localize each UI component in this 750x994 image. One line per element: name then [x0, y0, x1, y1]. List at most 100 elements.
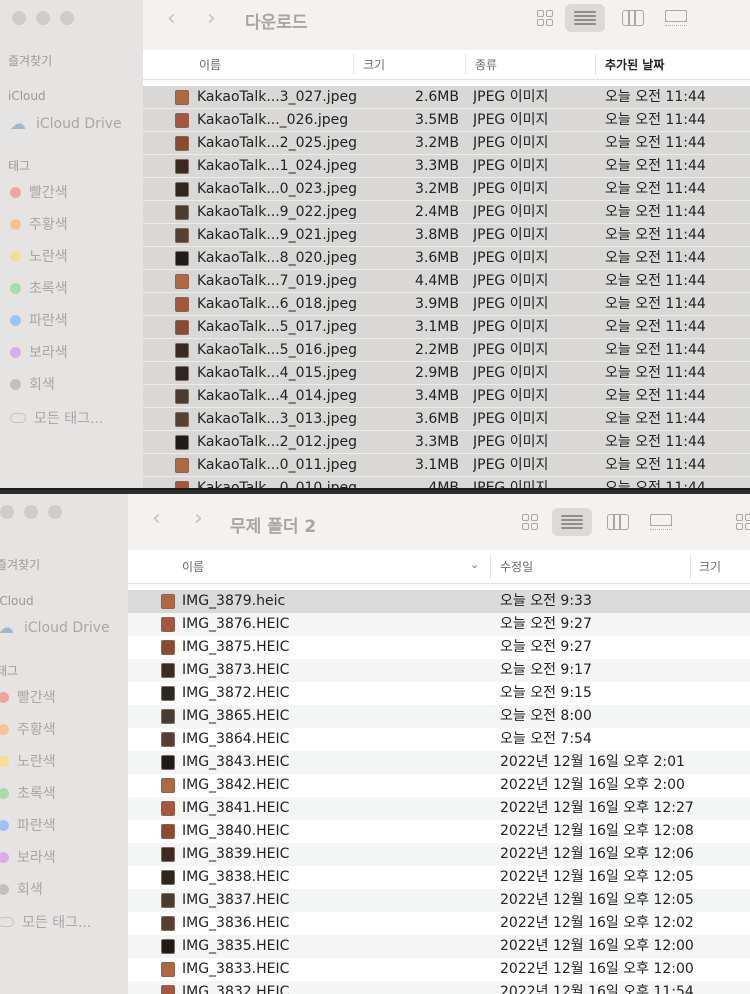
sidebar-item-all-tags[interactable]: 모든 태그... [10, 408, 103, 428]
sidebar-item-tag[interactable]: 파란색 [0, 815, 56, 835]
file-row[interactable]: IMG_3833.HEIC 2022년 12월 16일 오후 12:00 [128, 958, 750, 981]
column-kind[interactable]: 종류 [467, 50, 497, 79]
file-row[interactable]: IMG_3879.heic 오늘 오전 9:33 [128, 590, 750, 613]
image-thumbnail-icon [175, 389, 189, 404]
sidebar-item-tag[interactable]: 주황색 [0, 719, 56, 739]
file-row[interactable]: IMG_3873.HEIC 오늘 오전 9:17 [128, 659, 750, 682]
file-row[interactable]: KakaoTalk...9_021.jpeg 3.8MB JPEG 이미지 오늘 오전… [143, 224, 750, 247]
icon-view-button[interactable] [510, 508, 550, 536]
column-size[interactable]: 크기 [691, 550, 721, 583]
file-size: 3.1MB [415, 319, 459, 335]
file-row[interactable]: KakaoTalk...1_024.jpeg 3.3MB JPEG 이미지 오늘 오전… [143, 155, 750, 178]
file-name: KakaoTalk...2_025.jpeg [197, 135, 358, 151]
file-row[interactable]: IMG_3864.HEIC 오늘 오전 7:54 [128, 728, 750, 751]
sidebar-item-tag[interactable]: 초록색 [10, 278, 68, 298]
close-button[interactable] [0, 505, 14, 519]
file-row[interactable]: KakaoTalk...3_027.jpeg 2.6MB JPEG 이미지 오늘 오전… [143, 86, 750, 109]
sidebar-item-all-tags[interactable]: 모든 태그... [0, 912, 91, 932]
file-date-added: 오늘 오전 11:44 [605, 273, 706, 289]
forward-icon[interactable]: › [207, 6, 216, 31]
file-row[interactable]: IMG_3835.HEIC 2022년 12월 16일 오후 12:00 [128, 935, 750, 958]
file-row[interactable]: IMG_3842.HEIC 2022년 12월 16일 오후 2:00 [128, 774, 750, 797]
file-modified-date: 오늘 오전 7:54 [500, 731, 592, 747]
sidebar-item-tag[interactable]: 주황색 [10, 214, 68, 234]
file-row[interactable]: KakaoTalk...2_012.jpeg 3.3MB JPEG 이미지 오늘 오전… [143, 431, 750, 454]
file-row[interactable]: KakaoTalk...7_019.jpeg 4.4MB JPEG 이미지 오늘 오전… [143, 270, 750, 293]
sidebar-item-tag[interactable]: 초록색 [0, 783, 56, 803]
file-row[interactable]: KakaoTalk...2_025.jpeg 3.2MB JPEG 이미지 오늘 오전… [143, 132, 750, 155]
file-row[interactable]: IMG_3839.HEIC 2022년 12월 16일 오후 12:06 [128, 843, 750, 866]
minimize-button[interactable] [36, 11, 50, 25]
zoom-button[interactable] [48, 505, 62, 519]
image-thumbnail-icon [161, 893, 175, 908]
gallery-view-button[interactable] [641, 508, 681, 536]
sidebar-item-tag[interactable]: 빨간색 [10, 182, 68, 202]
file-row[interactable]: IMG_3843.HEIC 2022년 12월 16일 오후 2:01 [128, 751, 750, 774]
column-divider[interactable] [353, 54, 354, 75]
file-row[interactable]: KakaoTalk..._026.jpeg 3.5MB JPEG 이미지 오늘 오전 … [143, 109, 750, 132]
file-row[interactable]: KakaoTalk...9_022.jpeg 2.4MB JPEG 이미지 오늘 오전… [143, 201, 750, 224]
sidebar-item-tag[interactable]: 노란색 [0, 751, 56, 771]
gallery-view-button[interactable] [656, 4, 696, 32]
file-row[interactable]: KakaoTalk...4_015.jpeg 2.9MB JPEG 이미지 오늘 오전… [143, 362, 750, 385]
file-row[interactable]: KakaoTalk...5_016.jpeg 2.2MB JPEG 이미지 오늘 오전… [143, 339, 750, 362]
sidebar-item-tag[interactable]: 빨간색 [0, 687, 56, 707]
column-view-button[interactable] [598, 508, 638, 536]
close-button[interactable] [12, 11, 26, 25]
sidebar-item-tag[interactable]: 회색 [10, 374, 55, 394]
back-icon[interactable]: ‹ [167, 6, 176, 31]
list-view-button[interactable] [565, 4, 605, 32]
column-modified[interactable]: 수정일 [492, 550, 533, 583]
zoom-button[interactable] [60, 11, 74, 25]
file-date-added: 오늘 오전 11:44 [605, 227, 706, 243]
sidebar-item-label: 파란색 [17, 818, 56, 834]
column-name[interactable]: 이름 [191, 50, 221, 79]
back-icon[interactable]: ‹ [152, 506, 161, 531]
sidebar-item-tag[interactable]: 보라색 [0, 847, 56, 867]
file-row[interactable]: KakaoTalk...4_014.jpeg 3.4MB JPEG 이미지 오늘 오전… [143, 385, 750, 408]
file-row[interactable]: IMG_3832.HEIC 2022년 12월 16일 오후 11:54 [128, 981, 750, 994]
icon-view-button[interactable] [525, 4, 565, 32]
forward-icon[interactable]: › [194, 506, 203, 531]
sidebar-item-icloud-drive[interactable]: ☁ iCloud Drive [10, 114, 122, 133]
sidebar-item-tag[interactable]: 노란색 [10, 246, 68, 266]
file-row[interactable]: KakaoTalk...0_011.jpeg 3.1MB JPEG 이미지 오늘 오전… [143, 454, 750, 477]
file-row[interactable]: IMG_3872.HEIC 오늘 오전 9:15 [128, 682, 750, 705]
file-row[interactable]: IMG_3836.HEIC 2022년 12월 16일 오후 12:02 [128, 912, 750, 935]
image-thumbnail-icon [161, 663, 175, 678]
file-row[interactable]: KakaoTalk...0_023.jpeg 3.2MB JPEG 이미지 오늘 오전… [143, 178, 750, 201]
column-divider[interactable] [490, 554, 491, 579]
image-thumbnail-icon [161, 640, 175, 655]
column-view-button[interactable] [613, 4, 653, 32]
file-row[interactable]: KakaoTalk...8_020.jpeg 3.6MB JPEG 이미지 오늘 오전… [143, 247, 750, 270]
sidebar-item-tag[interactable]: 파란색 [10, 310, 68, 330]
sidebar-item-icloud-drive[interactable]: ☁ iCloud Drive [0, 618, 110, 637]
file-name: KakaoTalk...9_021.jpeg [197, 227, 358, 243]
column-divider[interactable] [465, 54, 466, 75]
file-row[interactable]: KakaoTalk...5_017.jpeg 3.1MB JPEG 이미지 오늘 오전… [143, 316, 750, 339]
file-row[interactable]: IMG_3838.HEIC 2022년 12월 16일 오후 12:05 [128, 866, 750, 889]
file-row[interactable]: IMG_3841.HEIC 2022년 12월 16일 오후 12:27 [128, 797, 750, 820]
sidebar-item-label: 회색 [29, 377, 55, 393]
file-row[interactable]: IMG_3865.HEIC 오늘 오전 8:00 [128, 705, 750, 728]
sidebar-item-tag[interactable]: 보라색 [10, 342, 68, 362]
image-thumbnail-icon [161, 778, 175, 793]
file-row[interactable]: KakaoTalk...6_018.jpeg 3.9MB JPEG 이미지 오늘 오전… [143, 293, 750, 316]
column-date-added[interactable]: 추가된 날짜 [597, 50, 664, 79]
sidebar-item-tag[interactable]: 회색 [0, 879, 43, 899]
file-row[interactable]: IMG_3875.HEIC 오늘 오전 9:27 [128, 636, 750, 659]
list-view-button[interactable] [552, 508, 592, 536]
column-size[interactable]: 크기 [355, 50, 385, 79]
group-by-button[interactable] [724, 508, 750, 536]
file-row[interactable]: IMG_3837.HEIC 2022년 12월 16일 오후 12:05 [128, 889, 750, 912]
chevron-down-icon[interactable]: ⌄ [470, 558, 479, 571]
file-size: 3.6MB [415, 250, 459, 266]
minimize-button[interactable] [24, 505, 38, 519]
tag-color-dot-icon [10, 378, 21, 390]
file-row[interactable]: IMG_3840.HEIC 2022년 12월 16일 오후 12:08 [128, 820, 750, 843]
file-row[interactable]: KakaoTalk...3_013.jpeg 3.6MB JPEG 이미지 오늘 오전… [143, 408, 750, 431]
file-row[interactable]: IMG_3876.HEIC 오늘 오전 9:27 [128, 613, 750, 636]
file-kind: JPEG 이미지 [473, 273, 549, 289]
column-divider[interactable] [595, 54, 596, 75]
column-name[interactable]: 이름 [174, 550, 204, 583]
